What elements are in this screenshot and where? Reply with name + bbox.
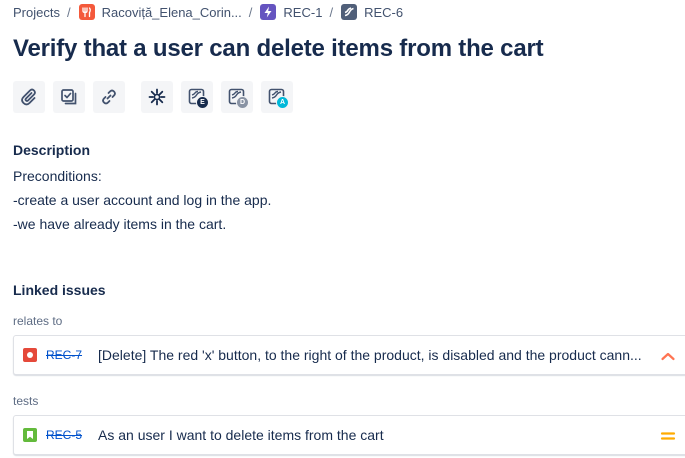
linked-issues-heading: Linked issues (13, 282, 106, 298)
description-line[interactable]: Preconditions: (13, 168, 102, 184)
issue-toolbar: E D A (13, 81, 301, 113)
linked-issue-row[interactable]: REC-5 As an user I want to delete items … (13, 415, 685, 455)
priority-high-icon (659, 347, 677, 365)
description-line[interactable]: -we have already items in the cart. (13, 216, 226, 232)
breadcrumb-projects[interactable]: Projects (13, 5, 60, 20)
attach-button[interactable] (13, 81, 45, 113)
issue-summary[interactable]: [Delete] The red 'x' button, to the righ… (98, 347, 648, 363)
attachment-icon (21, 88, 36, 106)
breadcrumb-separator: / (329, 4, 334, 20)
test-action-button[interactable]: A (261, 81, 293, 113)
test-issue-type-icon (341, 4, 358, 20)
breadcrumb-project[interactable]: Racoviță_Elena_Corin... (78, 4, 242, 20)
apps-button[interactable] (141, 81, 173, 113)
link-issue-button[interactable] (93, 81, 125, 113)
issue-summary[interactable]: As an user I want to delete items from t… (98, 427, 648, 443)
issue-key-link[interactable]: REC-5 (46, 428, 82, 442)
relation-label: tests (13, 394, 39, 408)
breadcrumb-separator: / (248, 4, 253, 20)
bug-icon (23, 348, 37, 362)
test-defect-button[interactable]: D (221, 81, 253, 113)
breadcrumb-current-issue-label[interactable]: REC-6 (364, 5, 403, 20)
defect-badge: D (236, 96, 249, 109)
breadcrumb-epic-label[interactable]: REC-1 (283, 5, 322, 20)
issue-key-link[interactable]: REC-7 (46, 348, 82, 362)
relation-label: relates to (13, 314, 63, 328)
breadcrumb-project-label[interactable]: Racoviță_Elena_Corin... (102, 5, 242, 20)
linked-issue-row[interactable]: REC-7 [Delete] The red 'x' button, to th… (13, 335, 685, 375)
priority-medium-icon (659, 427, 677, 445)
issue-view: Projects / Racoviță_Elena_Corin... / REC… (0, 0, 685, 458)
description-heading: Description (13, 142, 91, 158)
breadcrumb-current-issue[interactable]: REC-6 (341, 4, 403, 20)
breadcrumb-projects-label[interactable]: Projects (13, 5, 60, 20)
breadcrumb-epic[interactable]: REC-1 (260, 4, 322, 20)
create-subtask-button[interactable] (53, 81, 85, 113)
breadcrumb-separator: / (66, 4, 71, 20)
issue-title[interactable]: Verify that a user can delete items from… (13, 35, 544, 63)
action-badge: A (276, 96, 289, 109)
create-subtask-icon (61, 89, 77, 105)
breadcrumb: Projects / Racoviță_Elena_Corin... / REC… (13, 2, 403, 22)
test-execution-button[interactable]: E (181, 81, 213, 113)
story-icon (23, 428, 37, 442)
execution-badge: E (196, 96, 209, 109)
description-line[interactable]: -create a user account and log in the ap… (13, 192, 271, 208)
epic-icon (260, 4, 277, 20)
project-avatar-icon (78, 4, 95, 20)
app-addon-icon (148, 88, 166, 106)
link-issue-icon (102, 89, 116, 105)
